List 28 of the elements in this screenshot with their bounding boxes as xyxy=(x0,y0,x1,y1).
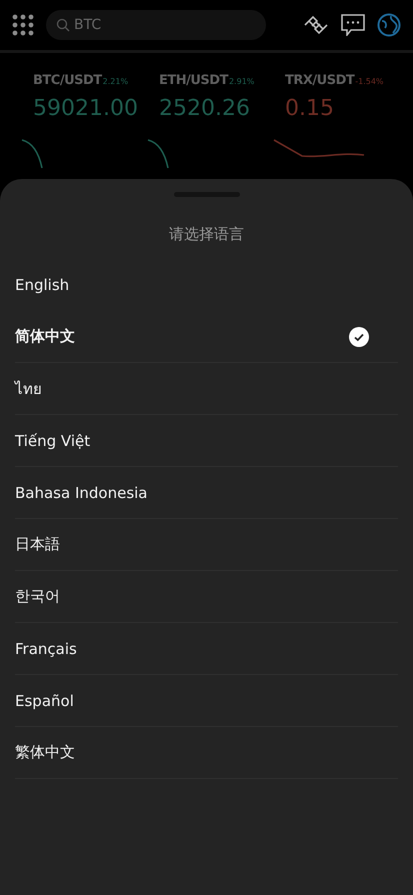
search-icon xyxy=(56,18,70,32)
change-percent: 2.21% xyxy=(102,77,128,86)
menu-icon[interactable] xyxy=(12,14,34,36)
language-option[interactable]: 한국어 xyxy=(15,570,398,622)
sparkline-icon xyxy=(21,139,43,169)
language-option[interactable]: ไทย xyxy=(15,362,398,414)
language-option[interactable]: Tiếng Việt xyxy=(15,414,398,466)
price-value: 59021.00 xyxy=(33,96,139,121)
chat-icon[interactable] xyxy=(341,14,365,36)
change-percent: 2.91% xyxy=(228,77,254,86)
check-icon xyxy=(349,326,369,346)
language-option[interactable]: 简体中文 xyxy=(15,310,398,362)
price-value: 0.15 xyxy=(285,96,335,121)
price-value: 2520.26 xyxy=(159,96,251,121)
sheet-title: 请选择语言 xyxy=(169,225,244,244)
language-option[interactable]: Bahasa Indonesia xyxy=(15,466,398,518)
language-option[interactable]: Español xyxy=(15,674,398,726)
sparkline-icon xyxy=(147,139,169,169)
globe-icon[interactable] xyxy=(377,13,401,37)
sparkline-icon xyxy=(273,139,365,159)
change-percent: -1.54% xyxy=(355,77,384,86)
pair-name: BTC/USDT xyxy=(33,73,102,88)
language-option[interactable]: Français xyxy=(15,622,398,674)
pair-name: ETH/USDT xyxy=(159,73,228,88)
language-option[interactable]: English xyxy=(15,258,398,310)
language-option[interactable]: 日本語 xyxy=(15,518,398,570)
language-option[interactable]: 繁体中文 xyxy=(15,726,398,778)
pair-name: TRX/USDT xyxy=(285,73,354,88)
